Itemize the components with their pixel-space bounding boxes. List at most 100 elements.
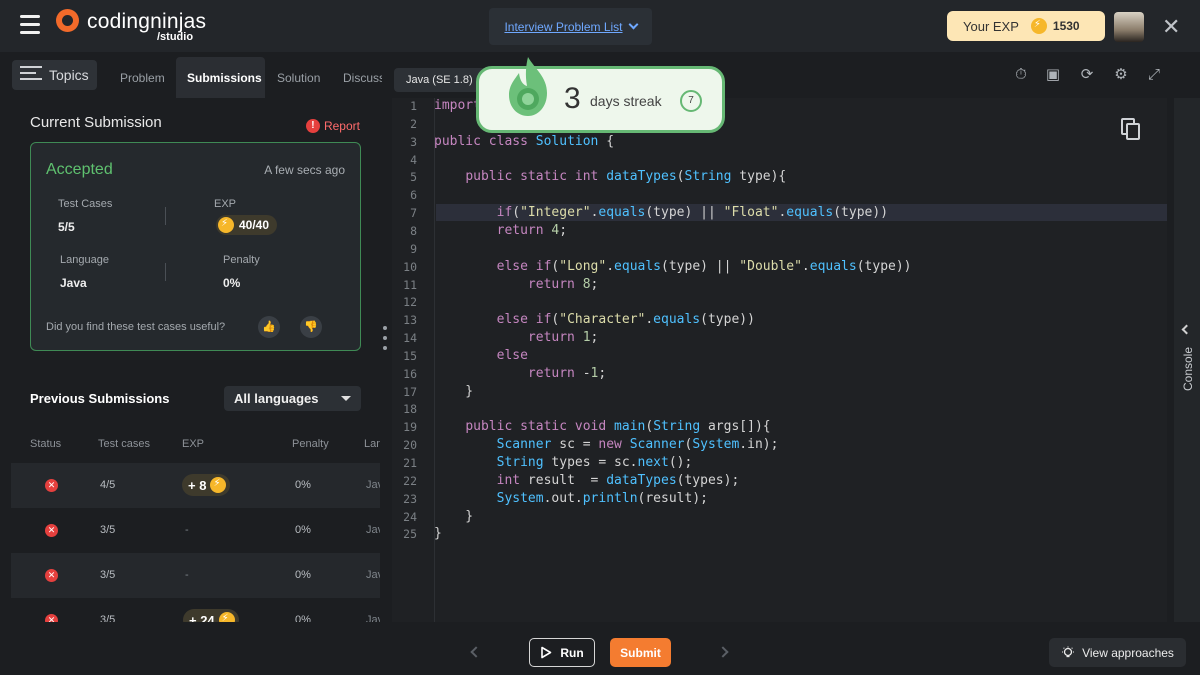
- top-bar: codingninjas /studio Interview Problem L…: [0, 0, 1200, 52]
- code-line[interactable]: return 1;: [434, 330, 598, 345]
- line-number: 1: [410, 99, 417, 113]
- line-number: 19: [403, 420, 417, 435]
- copy-icon[interactable]: [1121, 118, 1140, 140]
- line-number: 12: [403, 295, 417, 310]
- chevron-down-icon: [628, 19, 638, 30]
- previous-arrow-icon[interactable]: [470, 646, 482, 658]
- code-line[interactable]: public static void main(String args[]){: [434, 419, 770, 434]
- tab-solution[interactable]: Solution: [266, 57, 331, 98]
- line-number: 8: [410, 223, 417, 238]
- column-language: Language: [364, 438, 380, 450]
- close-icon[interactable]: ✕: [1162, 14, 1180, 40]
- thumbs-down-icon[interactable]: 👎: [300, 316, 322, 338]
- line-number: 14: [403, 331, 417, 346]
- exp-badge: 40/40: [216, 215, 278, 235]
- failed-icon: ✕: [45, 524, 58, 537]
- code-line[interactable]: public class Solution {: [434, 134, 614, 149]
- failed-icon: ✕: [45, 569, 58, 582]
- code-line[interactable]: Scanner sc = new Scanner(System.in);: [434, 437, 779, 452]
- language-filter-value: All languages: [234, 391, 319, 406]
- code-line[interactable]: return 4;: [434, 223, 567, 238]
- code-line[interactable]: }: [434, 526, 442, 541]
- row-test-cases: 3/5: [100, 614, 116, 622]
- table-row[interactable]: ✕ 3/5 + 24 0% Java: [11, 598, 380, 622]
- line-number: 10: [403, 259, 417, 274]
- language-filter-select[interactable]: All languages: [224, 386, 361, 411]
- code-line[interactable]: String types = sc.next();: [434, 455, 693, 470]
- code-editor[interactable]: 1 2 3 4 5 6 7 8 9 10 11 12 13 14 15 16 17 18 19 20 21 22 23 24 2…: [392, 98, 1167, 622]
- code-line[interactable]: return 8;: [434, 277, 598, 292]
- column-test-cases: Test cases: [98, 438, 150, 450]
- settings-gear-icon[interactable]: ⚙: [1112, 66, 1130, 84]
- submission-time: A few secs ago: [264, 163, 345, 177]
- view-approaches-label: View approaches: [1082, 645, 1174, 660]
- code-line[interactable]: else if("Long".equals(type) || "Double".…: [434, 259, 912, 274]
- topics-button[interactable]: Topics: [12, 60, 97, 90]
- fullscreen-icon[interactable]: ⤢: [1145, 66, 1163, 84]
- flame-icon: [509, 57, 547, 116]
- next-arrow-icon[interactable]: [717, 646, 729, 658]
- code-line[interactable]: else: [434, 348, 528, 363]
- panel-resize-handle[interactable]: [383, 326, 387, 356]
- save-icon[interactable]: ▣: [1044, 66, 1062, 84]
- table-row[interactable]: ✕ 3/5 - 0% Java: [11, 508, 380, 553]
- code-line[interactable]: else if("Character".equals(type)): [434, 312, 755, 327]
- line-number: 11: [403, 277, 417, 292]
- interview-problem-list-label: Interview Problem List: [504, 19, 623, 34]
- exp-chip: + 8: [182, 474, 231, 496]
- run-button[interactable]: Run: [529, 638, 595, 667]
- row-penalty: 0%: [295, 479, 311, 491]
- topics-label: Topics: [49, 67, 89, 83]
- table-row[interactable]: ✕ 4/5 + 8 0% Java: [11, 463, 380, 508]
- row-language: Java: [366, 569, 380, 581]
- tab-problem[interactable]: Problem: [109, 57, 176, 98]
- feedback-question: Did you find these test cases useful?: [46, 321, 226, 333]
- code-line[interactable]: public static int dataTypes(String type)…: [434, 169, 786, 184]
- tab-discuss[interactable]: Discuss: [332, 57, 382, 98]
- code-line[interactable]: }: [434, 384, 473, 399]
- language-selector[interactable]: Java (SE 1.8): [394, 68, 486, 92]
- code-line[interactable]: }: [434, 509, 473, 524]
- exp-pill[interactable]: Your EXP 1530: [947, 11, 1105, 41]
- code-line[interactable]: if("Integer".equals(type) || "Float".equ…: [434, 205, 888, 220]
- test-cases-value: 5/5: [58, 220, 75, 234]
- streak-label: days streak: [590, 93, 662, 109]
- code-line[interactable]: System.out.println(result);: [434, 491, 708, 506]
- action-bar: Run Submit View approaches: [0, 622, 1200, 675]
- line-number-gutter: 1 2 3 4 5 6 7 8 9 10 11 12 13 14 15 16 17 18 19 20 21 22 23 24 2…: [392, 98, 435, 622]
- thumbs-up-icon[interactable]: 👍: [258, 316, 280, 338]
- penalty-label: Penalty: [223, 254, 260, 266]
- table-row[interactable]: ✕ 3/5 - 0% Java: [11, 553, 380, 598]
- line-number: 3: [410, 134, 417, 149]
- row-penalty: 0%: [295, 524, 311, 536]
- lightning-coin-icon: [218, 612, 235, 622]
- line-number: 20: [403, 438, 417, 453]
- console-toggle[interactable]: Console: [1174, 98, 1200, 622]
- exp-stat-value: 40/40: [239, 218, 270, 232]
- view-approaches-button[interactable]: View approaches: [1049, 638, 1186, 667]
- streak-days: 3: [564, 82, 581, 115]
- caret-down-icon: [341, 396, 351, 401]
- line-number: 21: [403, 456, 417, 470]
- line-number: 17: [403, 384, 417, 399]
- submit-button[interactable]: Submit: [610, 638, 671, 667]
- code-line[interactable]: return -1;: [434, 366, 606, 381]
- tab-submissions[interactable]: Submissions: [176, 57, 265, 98]
- topics-menu-icon: [20, 66, 42, 84]
- report-button[interactable]: ! Report: [305, 119, 360, 133]
- line-number: 16: [403, 366, 417, 381]
- test-cases-label: Test Cases: [58, 198, 113, 210]
- language-label: Language: [60, 254, 109, 266]
- avatar[interactable]: [1114, 12, 1144, 42]
- interview-problem-list-dropdown[interactable]: Interview Problem List: [489, 8, 652, 45]
- exp-label: Your EXP: [963, 18, 1019, 34]
- timer-icon[interactable]: ⏱: [1012, 66, 1030, 84]
- reset-icon[interactable]: ⟳: [1078, 66, 1096, 84]
- lightning-coin-icon: [218, 217, 234, 233]
- line-number: 4: [410, 152, 417, 167]
- column-status: Status: [30, 438, 62, 450]
- row-language: Java: [366, 614, 380, 622]
- code-line[interactable]: int result = dataTypes(types);: [434, 473, 740, 488]
- hamburger-menu-icon[interactable]: [20, 15, 40, 35]
- current-submission-card: Accepted A few secs ago Test Cases 5/5 E…: [30, 142, 361, 351]
